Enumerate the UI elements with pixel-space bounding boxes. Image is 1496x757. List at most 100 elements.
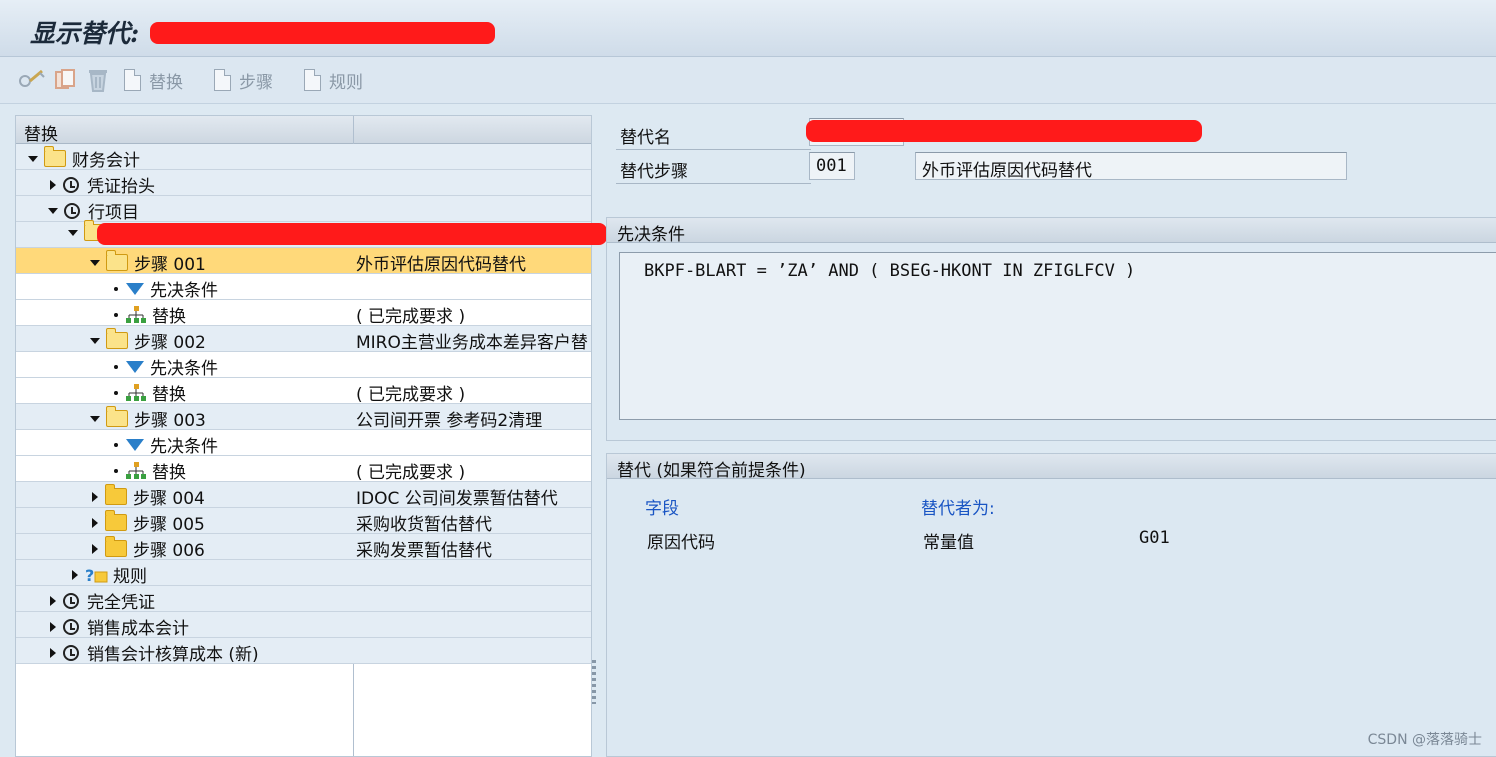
- tree-node-label: 财务会计: [72, 151, 140, 171]
- clock-icon: [64, 202, 80, 219]
- tree-row-step-001[interactable]: 步骤 001 外币评估原因代码替代: [16, 248, 591, 275]
- tree-header-label: 替换: [24, 125, 58, 145]
- tree-node-desc: 公司间开票 参考码2清理: [356, 411, 543, 431]
- folder-open-icon: [44, 146, 66, 167]
- tree-node-label: 销售成本会计: [87, 619, 189, 639]
- tree-node-label: 先决条件: [150, 437, 218, 457]
- expand-down-icon[interactable]: [68, 229, 78, 236]
- display-change-button[interactable]: [18, 67, 46, 93]
- clock-icon: [63, 618, 79, 635]
- substitution-step-field[interactable]: 001: [809, 152, 855, 180]
- tree-node-desc: ( 已完成要求 ): [356, 463, 466, 483]
- tree-header: 替换: [16, 116, 591, 145]
- tree-node-desc: ( 已完成要求 ): [356, 307, 466, 327]
- tree-node-label: 步骤 001: [134, 255, 206, 275]
- redacted-title: [150, 22, 495, 44]
- expand-down-icon[interactable]: [90, 337, 100, 344]
- bullet-icon: [114, 286, 118, 291]
- clock-icon: [63, 176, 79, 193]
- tree-node-label: 步骤 004: [133, 489, 205, 509]
- bullet-icon: [114, 312, 118, 317]
- new-rule-button[interactable]: 规则: [304, 67, 363, 93]
- tree-node-label: 替换: [152, 385, 186, 405]
- tree-row-cost-of-sales[interactable]: 销售成本会计: [16, 612, 591, 639]
- tree-node-label: 规则: [113, 567, 147, 587]
- tree-node-label: 步骤 003: [134, 411, 206, 431]
- tree-row-rules[interactable]: ? 规则: [16, 560, 591, 587]
- prerequisite-group: 先决条件 BKPF-BLART = ’ZA’ AND ( BSEG-HKONT …: [606, 217, 1496, 441]
- folder-icon: [105, 536, 127, 557]
- expand-right-icon[interactable]: [92, 491, 98, 502]
- substitution-title: 替代 (如果符合前提条件): [607, 454, 1496, 481]
- new-substitution-label: 替换: [149, 72, 183, 93]
- tree-row-substitution-node[interactable]: 替换 ( 已完成要求 ): [16, 300, 591, 327]
- tree-node-label: 先决条件: [150, 359, 218, 379]
- hierarchy-icon: [126, 305, 146, 323]
- toolbar: 替换 步骤 规则: [0, 57, 1496, 104]
- tree-row-doc-header[interactable]: 凭证抬头: [16, 170, 591, 197]
- tree-row-financial-accounting[interactable]: 财务会计: [16, 144, 591, 171]
- tree-node-label: 行项目: [88, 203, 139, 223]
- clock-icon: [63, 644, 79, 661]
- tree-row-step-005[interactable]: 步骤 005 采购收货暂估替代: [16, 508, 591, 535]
- tree-row-full-document[interactable]: 完全凭证: [16, 586, 591, 613]
- filter-icon: [126, 360, 144, 373]
- new-substitution-button[interactable]: 替换: [124, 67, 183, 93]
- expand-right-icon[interactable]: [50, 621, 56, 632]
- expand-right-icon[interactable]: [50, 647, 56, 658]
- bullet-icon: [114, 442, 118, 447]
- expand-down-icon[interactable]: [48, 207, 58, 214]
- filter-icon: [126, 282, 144, 295]
- detail-panel: 替代名 替代步骤 001 外币评估原因代码替代 先决条件 BKPF-BLART …: [606, 107, 1496, 757]
- bullet-icon: [114, 390, 118, 395]
- substitution-step-desc-field[interactable]: 外币评估原因代码替代: [915, 152, 1347, 181]
- copy-button[interactable]: [54, 67, 78, 93]
- tree-row-step-004[interactable]: 步骤 004 IDOC 公司间发票暂估替代: [16, 482, 591, 509]
- substituted-field: 原因代码: [647, 533, 715, 553]
- folder-icon: [105, 484, 127, 505]
- expand-down-icon[interactable]: [90, 259, 100, 266]
- new-step-label: 步骤: [239, 72, 273, 93]
- rule-icon: ?: [85, 566, 108, 584]
- tree-node-desc: IDOC 公司间发票暂估替代: [356, 489, 558, 509]
- expand-right-icon[interactable]: [92, 543, 98, 554]
- expand-down-icon[interactable]: [90, 415, 100, 422]
- folder-open-icon: [106, 328, 128, 349]
- delete-button[interactable]: [86, 67, 110, 93]
- tree-row-prerequisite[interactable]: 先决条件: [16, 430, 591, 457]
- splitter-handle[interactable]: [592, 660, 596, 704]
- expand-right-icon[interactable]: [72, 569, 78, 580]
- substitution-value: G01: [1139, 528, 1170, 548]
- prerequisite-expression: BKPF-BLART = ’ZA’ AND ( BSEG-HKONT IN ZF…: [644, 261, 1136, 281]
- tree-node-desc: 采购收货暂估替代: [356, 515, 492, 535]
- expand-down-icon[interactable]: [28, 155, 38, 162]
- label-underline: [616, 149, 811, 150]
- tree-node-label: 销售会计核算成本 (新): [87, 645, 259, 665]
- substitution-step-label: 替代步骤: [620, 162, 688, 182]
- label-underline: [616, 183, 811, 184]
- folder-icon: [105, 510, 127, 531]
- tree-row-step-003[interactable]: 步骤 003 公司间开票 参考码2清理: [16, 404, 591, 431]
- tree-node-label: 步骤 005: [133, 515, 205, 535]
- title-bar: 显示替代:: [0, 0, 1496, 57]
- new-step-button[interactable]: 步骤: [214, 67, 273, 93]
- tree-row-substitution-node[interactable]: 替换 ( 已完成要求 ): [16, 378, 591, 405]
- hierarchy-icon: [126, 383, 146, 401]
- tree-row-prerequisite[interactable]: 先决条件: [16, 352, 591, 379]
- glasses-pencil-icon: [19, 69, 45, 87]
- substitution-type: 常量值: [923, 533, 974, 553]
- tree-row-cost-of-sales-new[interactable]: 销售会计核算成本 (新): [16, 638, 591, 665]
- expand-right-icon[interactable]: [92, 517, 98, 528]
- tree-row-substitution-node[interactable]: 替换 ( 已完成要求 ): [16, 456, 591, 483]
- tree-row-step-006[interactable]: 步骤 006 采购发票暂估替代: [16, 534, 591, 561]
- expand-right-icon[interactable]: [50, 179, 56, 190]
- tree-row-line-item[interactable]: 行项目: [16, 196, 591, 223]
- tree-row-prerequisite[interactable]: 先决条件: [16, 274, 591, 301]
- document-icon: [124, 69, 141, 91]
- prerequisite-editor[interactable]: BKPF-BLART = ’ZA’ AND ( BSEG-HKONT IN ZF…: [619, 252, 1496, 420]
- tree-node-label: 凭证抬头: [87, 177, 155, 197]
- watermark: CSDN @落落骑士: [1367, 732, 1482, 748]
- tree-node-label: 替换: [152, 307, 186, 327]
- expand-right-icon[interactable]: [50, 595, 56, 606]
- tree-row-step-002[interactable]: 步骤 002 MIRO主营业务成本差异客户替: [16, 326, 591, 353]
